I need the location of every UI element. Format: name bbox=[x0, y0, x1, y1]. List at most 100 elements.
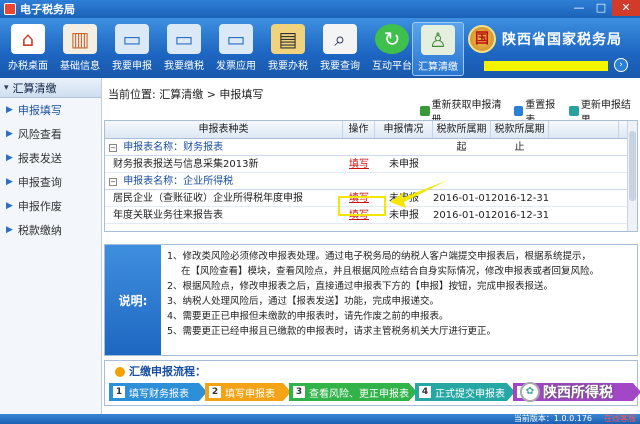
minimize-icon[interactable]: — bbox=[568, 0, 590, 16]
user-info-bar bbox=[484, 61, 608, 71]
brand: 国 陕西省国家税务局 bbox=[468, 22, 638, 56]
period-start bbox=[433, 156, 491, 172]
version-text: 当前版本：1.0.0.176 bbox=[513, 414, 592, 423]
toolbar-item-label: 我要查询 bbox=[320, 61, 360, 72]
column-header-blank bbox=[549, 121, 619, 138]
toolbar-item-desktop[interactable]: ⌂ 办税桌面 bbox=[2, 22, 54, 76]
bullet-icon bbox=[115, 367, 125, 377]
flow-step-3[interactable]: 3 查看风险、更正申报表 bbox=[289, 383, 417, 401]
table-row: 财务报表报送与信息采集2013新 填写 未申报 bbox=[105, 156, 637, 173]
flow-title: 汇缴申报流程： bbox=[115, 363, 206, 379]
arrow-right-icon: ▶ bbox=[6, 105, 13, 115]
monitor-icon: ▭ bbox=[167, 24, 201, 54]
column-header: 操作 bbox=[343, 121, 375, 138]
sidebar-item-declaration-query[interactable]: ▶ 申报查询 bbox=[0, 170, 101, 194]
period-end bbox=[491, 156, 549, 172]
chart-icon: ▥ bbox=[63, 24, 97, 54]
column-header: 税款所属期止 bbox=[491, 121, 549, 153]
scrollbar-thumb[interactable] bbox=[629, 131, 636, 201]
toolbar-item-tax-affairs[interactable]: ▤ 我要办税 bbox=[262, 22, 314, 76]
reset-report-button[interactable]: 重置报表 bbox=[513, 100, 564, 126]
window-controls: — □ ✕ bbox=[568, 0, 640, 18]
period-end: 2016-12-31 bbox=[491, 210, 549, 221]
monitor-icon: ▭ bbox=[219, 24, 253, 54]
arrow-right-icon: ▶ bbox=[6, 153, 13, 163]
highlight-annotation bbox=[338, 196, 386, 216]
search-doc-icon: ⌕ bbox=[323, 24, 357, 54]
declaration-status: 未申报 bbox=[389, 159, 419, 170]
sidebar-item-label: 申报作废 bbox=[17, 200, 62, 213]
toolbar-item-label: 我要办税 bbox=[268, 61, 308, 72]
update-icon bbox=[569, 106, 579, 116]
table-group-header[interactable]: − 申报表名称：财务报表 bbox=[105, 139, 637, 156]
watermark: ✿ 陕西所得税 bbox=[520, 378, 640, 406]
person-icon: ♙ bbox=[421, 25, 455, 55]
toolbar-item-declare[interactable]: ▭ 我要申报 bbox=[106, 22, 158, 76]
collapse-icon[interactable]: − bbox=[109, 178, 117, 186]
window-title: 电子税务局 bbox=[20, 3, 75, 16]
status-bar: 当前版本：1.0.0.176 在线客服 bbox=[0, 414, 640, 424]
instruction-line: 在【风险查看】模块，查看风险点，并且根据风险点结合自身实际情况，修改申报表或者回… bbox=[181, 266, 600, 277]
instruction-line: 5、需要更正已经申报且已缴款的申报表时，请求主管税务机关大厅进行更正。 bbox=[167, 326, 497, 337]
app-icon bbox=[4, 3, 16, 15]
refetch-declaration-list-button[interactable]: 重新获取申报清册 bbox=[420, 100, 508, 126]
fill-link[interactable]: 填写 bbox=[343, 156, 375, 172]
refresh-icon bbox=[420, 106, 430, 116]
toolbar-item-pay-tax[interactable]: ▭ 我要缴税 bbox=[158, 22, 210, 76]
books-icon: ▤ bbox=[271, 24, 305, 54]
table-header: 申报表种类 操作 申报情况 税款所属期起 税款所属期止 bbox=[105, 121, 637, 153]
brand-name: 陕西省国家税务局 bbox=[502, 32, 622, 48]
refresh-icon: ↻ bbox=[375, 24, 409, 54]
instructions-panel: 说明: 1、修改类风险必须修改申报表处理。通过电子税务局的纳税人客户端提交申报表… bbox=[104, 244, 638, 356]
table-scrollbar[interactable] bbox=[627, 121, 637, 231]
arrow-right-icon[interactable]: › bbox=[614, 58, 628, 72]
toolbar-item-label: 基础信息 bbox=[60, 61, 100, 72]
column-header: 税款所属期起 bbox=[433, 121, 491, 153]
toolbar-item-label: 我要缴税 bbox=[164, 61, 204, 72]
toolbar-item-query[interactable]: ⌕ 我要查询 bbox=[314, 22, 366, 76]
flow-step-4[interactable]: 4 正式提交申报表 bbox=[415, 383, 515, 401]
sidebar-header[interactable]: ▾ 汇算清缴 bbox=[0, 78, 101, 98]
column-header: 申报情况 bbox=[375, 121, 433, 138]
toolbar-item-label: 我要申报 bbox=[112, 61, 152, 72]
period-start: 2016-01-01 bbox=[433, 210, 491, 221]
update-declaration-result-button[interactable]: 更新申报结果 bbox=[569, 100, 638, 126]
sidebar-header-label: 汇算清缴 bbox=[12, 81, 57, 95]
sidebar-item-label: 税款缴纳 bbox=[17, 224, 62, 237]
sidebar-item-risk-view[interactable]: ▶ 风险查看 bbox=[0, 122, 101, 146]
arrow-right-icon: ▶ bbox=[6, 201, 13, 211]
sidebar-item-fill-declaration[interactable]: ▶ 申报填写 bbox=[0, 98, 101, 122]
toolbar-item-invoice[interactable]: ▭ 发票应用 bbox=[210, 22, 262, 76]
arrow-right-icon: ▶ bbox=[6, 177, 13, 187]
report-name: 年度关联业务往来报告表 bbox=[113, 210, 223, 221]
report-name: 居民企业（查账征收）企业所得税年度申报 bbox=[113, 193, 303, 204]
close-icon[interactable]: ✕ bbox=[612, 0, 640, 16]
flow-step-1[interactable]: 1 填写财务报表 bbox=[109, 383, 207, 401]
table-group-header[interactable]: − 申报表名称：企业所得税 bbox=[105, 173, 637, 190]
sidebar-item-report-send[interactable]: ▶ 报表发送 bbox=[0, 146, 101, 170]
toolbar-item-basic-info[interactable]: ▥ 基础信息 bbox=[54, 22, 106, 76]
breadcrumb: 当前位置: 汇算清缴 > 申报填写 bbox=[108, 88, 264, 101]
instructions-label: 说明: bbox=[105, 245, 161, 355]
maximize-icon[interactable]: □ bbox=[590, 0, 612, 16]
sidebar-item-label: 申报查询 bbox=[17, 176, 62, 189]
toolbar-item-annual-settlement[interactable]: ♙ 汇算清缴 bbox=[412, 22, 464, 76]
online-service-link[interactable]: 在线客服 bbox=[604, 414, 636, 424]
sidebar-item-tax-payment[interactable]: ▶ 税款缴纳 bbox=[0, 218, 101, 242]
toolbar-item-label: 互动平台 bbox=[372, 61, 412, 72]
monitor-icon: ▭ bbox=[115, 24, 149, 54]
instruction-line: 1、修改类风险必须修改申报表处理。通过电子税务局的纳税人客户端提交申报表后，根据… bbox=[167, 251, 592, 262]
reset-icon bbox=[513, 106, 524, 116]
toolbar-item-label: 办税桌面 bbox=[8, 61, 48, 72]
sidebar: ▾ 汇算清缴 ▶ 申报填写 ▶ 风险查看 ▶ 报表发送 ▶ 申报查询 ▶ 申报作… bbox=[0, 78, 102, 414]
instruction-line: 3、纳税人处理风险后，通过【报表发送】功能，完成申报递交。 bbox=[167, 296, 440, 307]
wechat-icon: ✿ bbox=[520, 382, 540, 402]
flow-step-2[interactable]: 2 填写申报表 bbox=[205, 383, 291, 401]
arrow-right-icon: ▶ bbox=[6, 225, 13, 235]
arrow-right-icon: ▶ bbox=[6, 129, 13, 139]
sidebar-item-declaration-void[interactable]: ▶ 申报作废 bbox=[0, 194, 101, 218]
toolbar-item-interact[interactable]: ↻ 互动平台 bbox=[366, 22, 418, 76]
instructions-text: 1、修改类风险必须修改申报表处理。通过电子税务局的纳税人客户端提交申报表后，根据… bbox=[167, 249, 633, 339]
collapse-icon[interactable]: − bbox=[109, 144, 117, 152]
title-bar: 电子税务局 — □ ✕ bbox=[0, 0, 640, 18]
